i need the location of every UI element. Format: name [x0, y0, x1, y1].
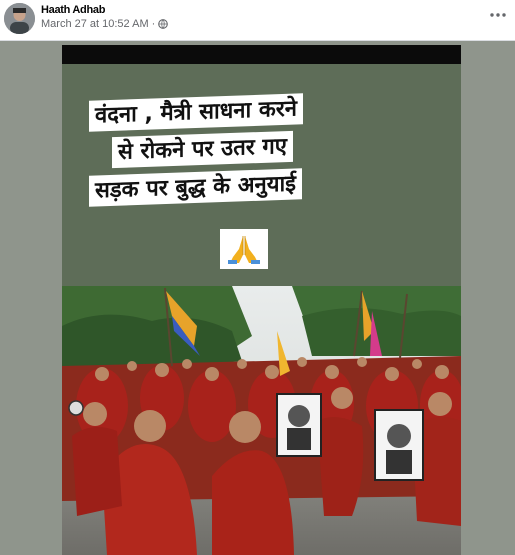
author-name[interactable]: Haath Adhab	[41, 4, 105, 16]
post-header: Haath Adhab March 27 at 10:52 AM ·	[0, 0, 515, 40]
globe-icon	[158, 19, 169, 29]
post-timestamp[interactable]: March 27 at 10:52 AM	[41, 18, 149, 30]
post-image[interactable]: वंदना , मैत्री साधना करने से रोकने पर उत…	[62, 45, 461, 555]
more-options-icon	[490, 13, 506, 17]
meta-separator: ·	[151, 18, 156, 30]
monks-marching-photo	[62, 286, 461, 555]
caption-line-2: से रोकने पर उतर गए	[112, 130, 293, 169]
post-meta: March 27 at 10:52 AM ·	[41, 18, 169, 30]
avatar[interactable]	[4, 3, 35, 34]
image-top-bar	[62, 45, 461, 64]
more-options-button[interactable]	[487, 6, 509, 24]
folded-hands-icon	[220, 229, 268, 269]
